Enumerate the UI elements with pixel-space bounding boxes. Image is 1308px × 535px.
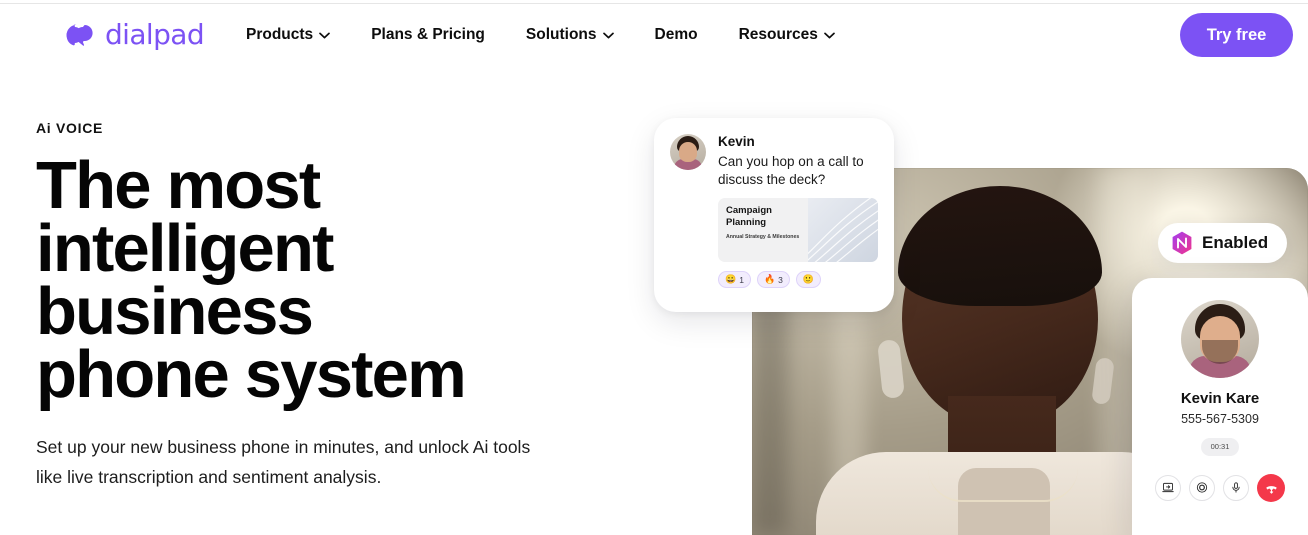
record-glyph-icon: [1196, 482, 1208, 493]
headline-line-2: intelligent: [36, 211, 334, 286]
hero-eyebrow: Ai VOICE: [36, 120, 104, 136]
chat-attachment-card[interactable]: Campaign Planning Annual Strategy & Mile…: [718, 198, 878, 262]
nav-item-solutions[interactable]: Solutions: [526, 20, 614, 50]
nav-item-demo[interactable]: Demo: [655, 20, 698, 50]
ai-enabled-label: Enabled: [1202, 233, 1269, 252]
chat-attachment-text: Campaign Planning Annual Strategy & Mile…: [718, 198, 808, 262]
microphone-glyph-icon: [1232, 482, 1240, 493]
screen-share-icon[interactable]: [1155, 474, 1181, 501]
call-avatar: [1181, 300, 1259, 378]
nav-item-products-label: Products: [246, 26, 314, 43]
reaction-count: 1: [739, 274, 744, 285]
chat-attachment-thumbnail: [807, 198, 878, 262]
reaction-count: 3: [778, 274, 783, 285]
record-icon[interactable]: [1189, 474, 1215, 501]
chat-message-text: Can you hop on a call to discuss the dec…: [718, 154, 864, 187]
site-header: dialpad Products Plans & Pricing Solutio…: [0, 4, 1308, 66]
chat-sender-name: Kevin: [718, 134, 755, 149]
headline-line-3: business: [36, 274, 314, 349]
smiley-icon: 😀: [725, 274, 737, 284]
chevron-down-icon: [319, 32, 331, 39]
chevron-down-icon: [823, 32, 835, 39]
add-reaction-icon: 🙂: [802, 274, 815, 284]
try-free-button[interactable]: Try free: [1180, 13, 1293, 57]
page-title: The most intelligent business phone syst…: [36, 148, 616, 412]
chat-message-card: Kevin Can you hop on a call to discuss t…: [654, 118, 894, 312]
fire-icon: 🔥: [763, 274, 776, 284]
ai-hexagon-icon: [1172, 231, 1192, 255]
end-call-glyph-icon: [1265, 486, 1277, 494]
headline-line-4: phone system: [36, 337, 467, 412]
nav-item-products[interactable]: Products: [246, 20, 331, 50]
call-phone-number: 555-567-5309: [1181, 412, 1259, 426]
microphone-icon[interactable]: [1223, 474, 1249, 501]
nav-item-solutions-label: Solutions: [525, 26, 597, 43]
abstract-waves-icon: [807, 198, 878, 262]
nav-item-demo-label: Demo: [654, 26, 698, 43]
nav-item-plans-pricing[interactable]: Plans & Pricing: [371, 20, 485, 50]
hero-subcopy: Set up your new business phone in minute…: [36, 437, 531, 487]
chevron-down-icon: [602, 32, 614, 39]
active-call-card: Kevin Kare 555-567-5309 00:31: [1132, 278, 1308, 535]
call-duration-badge: 00:31: [1200, 438, 1240, 456]
screen-share-glyph-icon: [1162, 482, 1174, 493]
hero-visual: Kevin Can you hop on a call to discuss t…: [650, 118, 1308, 535]
end-call-icon[interactable]: [1257, 473, 1285, 502]
reaction-pill[interactable]: 🔥 3: [756, 271, 790, 288]
chat-reactions: 😀 1 🔥 3 🙂: [718, 271, 878, 288]
chat-message-body: Kevin Can you hop on a call to discuss t…: [718, 134, 878, 300]
nav-item-resources-label: Resources: [738, 26, 818, 43]
chat-attachment-title: Campaign Planning: [726, 205, 772, 228]
ai-enabled-badge: Enabled: [1158, 223, 1288, 263]
nav-item-resources[interactable]: Resources: [739, 20, 835, 50]
chat-attachment-subtitle: Annual Strategy & Milestones: [726, 234, 800, 240]
header-cta-container: Try free: [1180, 13, 1293, 57]
dialpad-logo[interactable]: dialpad: [66, 18, 205, 51]
call-contact-name: Kevin Kare: [1180, 390, 1260, 407]
reaction-pill[interactable]: 😀 1: [718, 271, 751, 288]
avatar: [670, 134, 706, 170]
hero-copy: Ai VOICE The most intelligent business p…: [36, 120, 616, 492]
primary-navigation: Products Plans & Pricing Solutions Demo …: [246, 20, 835, 50]
add-reaction-button[interactable]: 🙂: [795, 271, 822, 288]
dialpad-logo-text: dialpad: [105, 18, 205, 51]
dialpad-logo-mark-icon: [66, 24, 93, 46]
nav-item-plans-pricing-label: Plans & Pricing: [371, 26, 485, 43]
call-controls: [1148, 473, 1292, 502]
headline-line-1: The most: [36, 148, 321, 223]
